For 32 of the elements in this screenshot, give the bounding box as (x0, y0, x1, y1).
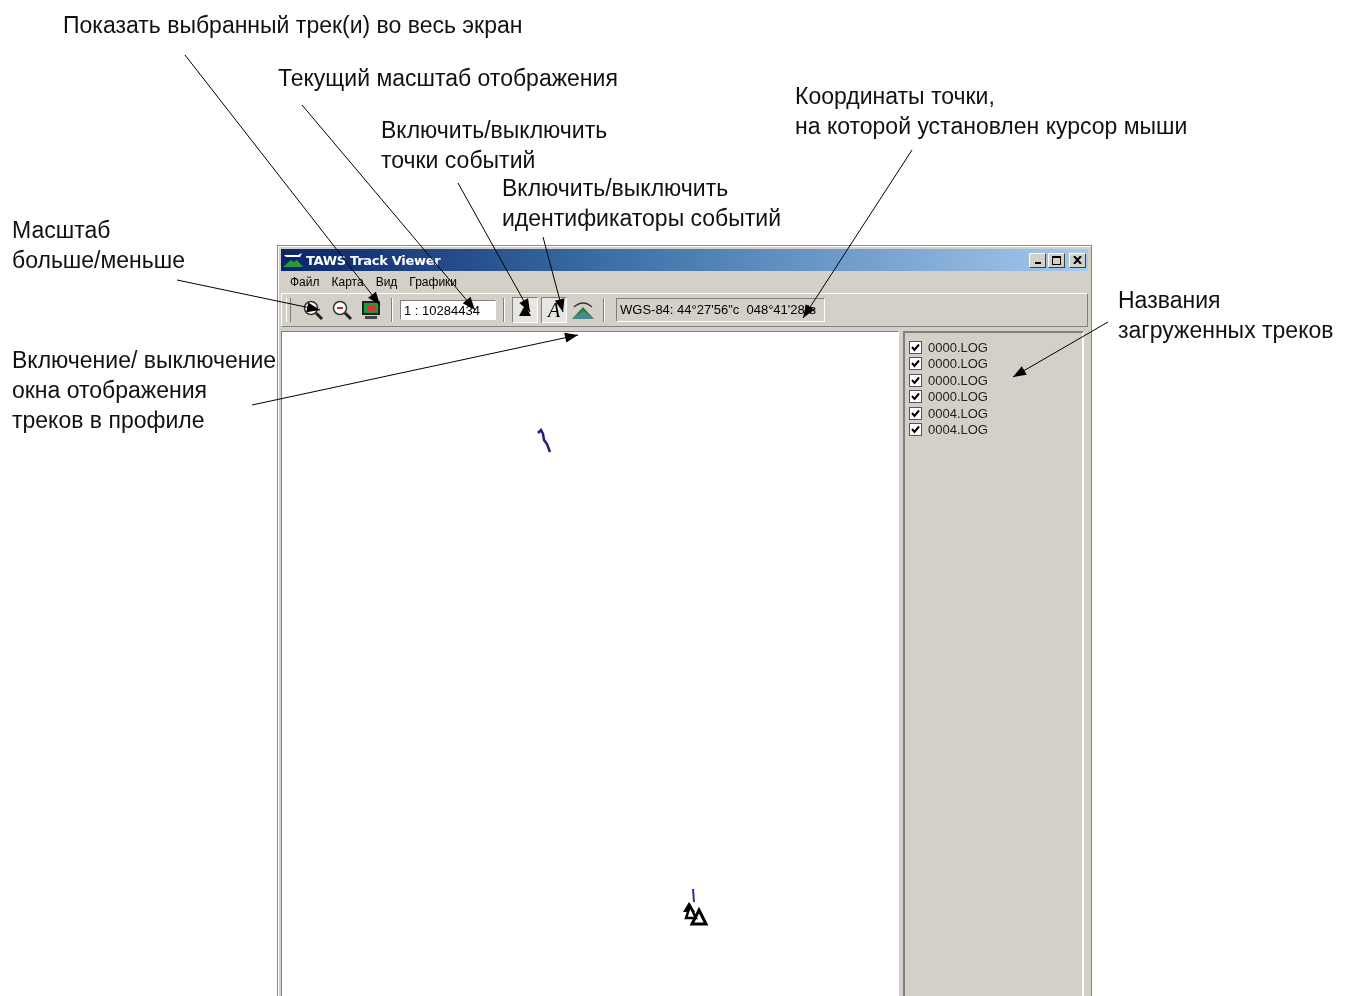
track-name[interactable]: 0000.LOG (928, 372, 988, 388)
annotation-text: Показать выбранный трек(и) во весь экран (63, 11, 523, 40)
track-checkbox[interactable] (909, 423, 922, 437)
menu-item[interactable]: Карта (326, 275, 369, 289)
annotation-text: Включить/выключить точки событий (381, 116, 608, 175)
plane-mountain-icon (283, 252, 303, 268)
close-icon (1073, 256, 1082, 264)
annotation-text: Масштаб больше/меньше (12, 216, 186, 275)
maximize-button[interactable] (1048, 252, 1065, 268)
track-name[interactable]: 0000.LOG (928, 389, 988, 405)
window-title: TAWS Track Viewer (306, 252, 441, 268)
track-checkbox[interactable] (909, 357, 922, 371)
scale-field[interactable]: 1 : 10284434 (400, 300, 496, 320)
track-checkbox[interactable] (909, 390, 922, 404)
menu-item[interactable]: Вид (370, 275, 403, 289)
minimize-button[interactable] (1029, 252, 1046, 268)
track-name[interactable]: 0000.LOG (928, 356, 988, 372)
annotation-text: Текущий масштаб отображения (278, 64, 618, 93)
track-checkbox[interactable] (909, 373, 922, 387)
track-checkbox[interactable] (909, 406, 922, 420)
annotation-text: Включить/выключить идентификаторы событий (502, 174, 782, 233)
annotation-text: Названия загруженных треков (1118, 286, 1334, 345)
maximize-icon (1052, 255, 1061, 265)
track-name[interactable]: 0004.LOG (928, 422, 988, 438)
close-button[interactable] (1069, 252, 1086, 268)
track-checkbox[interactable] (909, 340, 922, 354)
track-name[interactable]: 0000.LOG (928, 339, 988, 355)
menu-item[interactable]: Файл (285, 275, 325, 289)
annotation-text: Координаты точки, на которой установлен курсор мыши (795, 82, 1188, 141)
track-name[interactable]: 0004.LOG (928, 405, 988, 421)
event-markers-drawing (680, 888, 710, 928)
annotation-text: Включение/ выключение окна отображения треков в профиле (12, 346, 277, 435)
